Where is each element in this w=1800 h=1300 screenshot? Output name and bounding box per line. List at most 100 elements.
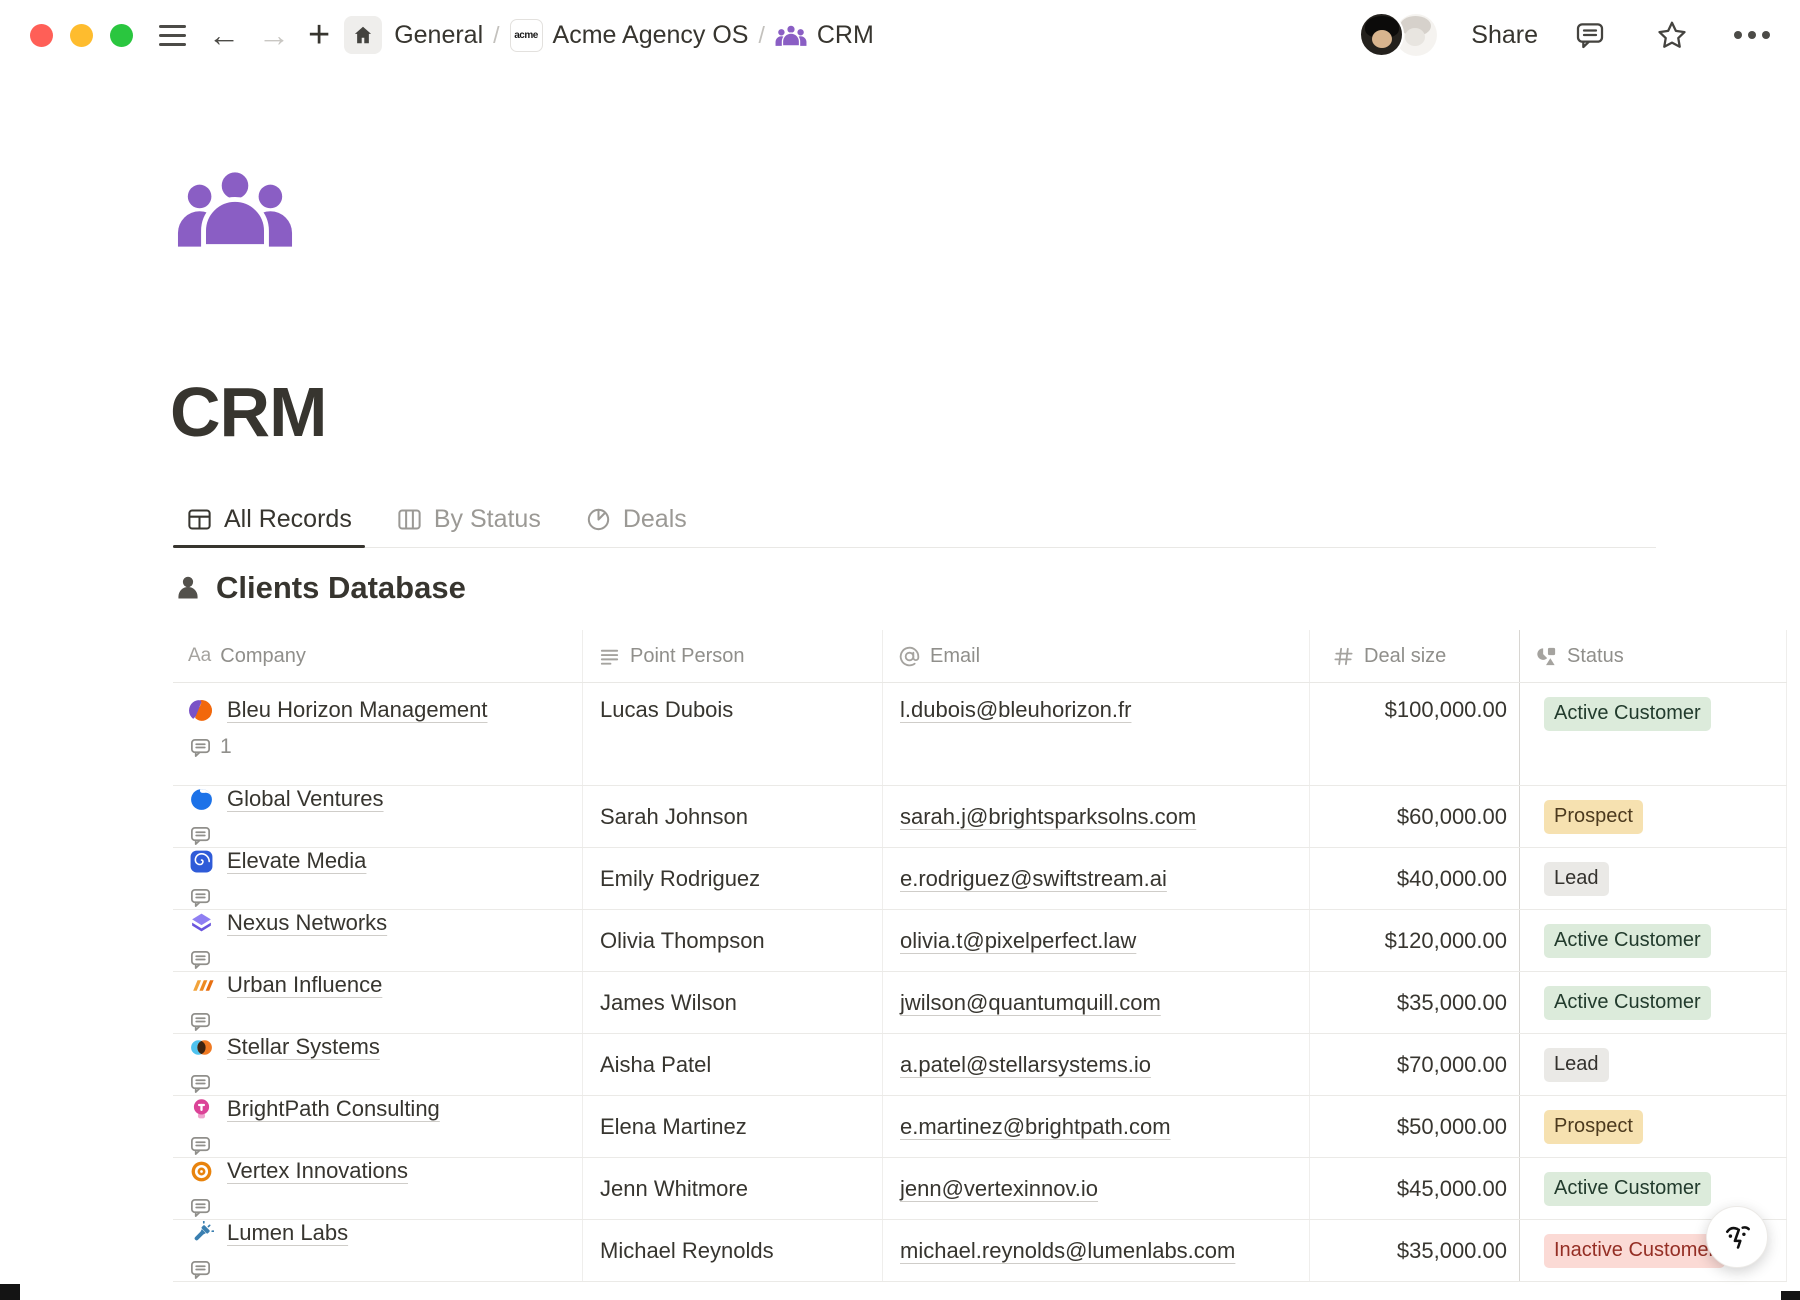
email-link[interactable]: jwilson@quantumquill.com [900, 990, 1161, 1016]
status-badge[interactable]: Active Customer [1544, 1172, 1711, 1206]
breadcrumb-page-crm[interactable]: CRM [775, 21, 874, 50]
point-person-cell[interactable]: Jenn Whitmore [583, 1158, 883, 1219]
status-badge[interactable]: Active Customer [1544, 986, 1711, 1020]
email-link[interactable]: michael.reynolds@lumenlabs.com [900, 1238, 1235, 1264]
table-row[interactable]: Elevate Media Emily Rodriguez e.rodrigue… [173, 848, 1787, 910]
table-row[interactable]: Stellar Systems Aisha Patel a.patel@stel… [173, 1034, 1787, 1096]
email-link[interactable]: l.dubois@bleuhorizon.fr [900, 697, 1131, 723]
company-name-link[interactable]: Stellar Systems [227, 1034, 380, 1060]
deal-size-cell[interactable]: $40,000.00 [1310, 848, 1520, 909]
email-cell[interactable]: olivia.t@pixelperfect.law [883, 910, 1310, 971]
column-header-point-person[interactable]: Point Person [583, 630, 883, 682]
company-name-link[interactable]: Lumen Labs [227, 1220, 348, 1246]
breadcrumb-workspace[interactable]: acme Acme Agency OS [510, 19, 749, 52]
sidebar-toggle-button[interactable] [159, 25, 186, 46]
email-cell[interactable]: l.dubois@bleuhorizon.fr [883, 683, 1310, 785]
breadcrumb-general[interactable]: General [394, 21, 483, 50]
deal-size-cell[interactable]: $70,000.00 [1310, 1034, 1520, 1095]
point-person-cell[interactable]: Lucas Dubois [583, 683, 883, 785]
email-cell[interactable]: e.rodriguez@swiftstream.ai [883, 848, 1310, 909]
comment-indicator[interactable] [189, 948, 220, 971]
company-cell[interactable]: Nexus Networks [173, 910, 583, 971]
deal-size-cell[interactable]: $45,000.00 [1310, 1158, 1520, 1219]
company-cell[interactable]: Stellar Systems [173, 1034, 583, 1095]
status-badge[interactable]: Lead [1544, 1048, 1609, 1082]
point-person-cell[interactable]: Emily Rodriguez [583, 848, 883, 909]
email-link[interactable]: olivia.t@pixelperfect.law [900, 928, 1136, 954]
email-link[interactable]: sarah.j@brightsparksolns.com [900, 804, 1196, 830]
tab-by-status[interactable]: By Status [383, 491, 554, 547]
company-name-link[interactable]: Nexus Networks [227, 910, 387, 936]
status-cell[interactable]: Active Customer [1520, 972, 1787, 1033]
company-name-link[interactable]: BrightPath Consulting [227, 1096, 440, 1122]
notion-ai-button[interactable] [1706, 1206, 1768, 1268]
company-name-link[interactable]: Bleu Horizon Management [227, 697, 487, 723]
column-header-company[interactable]: Aa Company [173, 630, 583, 682]
tab-all-records[interactable]: All Records [173, 491, 365, 547]
status-badge[interactable]: Active Customer [1544, 924, 1711, 958]
company-name-link[interactable]: Global Ventures [227, 786, 384, 812]
company-cell[interactable]: BrightPath Consulting [173, 1096, 583, 1157]
company-cell[interactable]: Lumen Labs [173, 1220, 583, 1281]
status-cell[interactable]: Active Customer [1520, 683, 1787, 785]
company-cell[interactable]: Urban Influence [173, 972, 583, 1033]
comment-indicator[interactable] [189, 886, 220, 909]
status-cell[interactable]: Prospect [1520, 1096, 1787, 1157]
column-header-deal-size[interactable]: Deal size [1310, 630, 1520, 682]
point-person-cell[interactable]: Sarah Johnson [583, 786, 883, 847]
status-badge[interactable]: Active Customer [1544, 697, 1711, 731]
comment-indicator[interactable] [189, 1010, 220, 1033]
more-options-button[interactable] [1734, 31, 1770, 39]
point-person-cell[interactable]: Elena Martinez [583, 1096, 883, 1157]
status-cell[interactable]: Lead [1520, 848, 1787, 909]
share-button[interactable]: Share [1471, 21, 1538, 50]
forward-button[interactable]: → [254, 15, 294, 55]
back-button[interactable]: ← [204, 15, 244, 55]
email-cell[interactable]: e.martinez@brightpath.com [883, 1096, 1310, 1157]
point-person-cell[interactable]: James Wilson [583, 972, 883, 1033]
table-row[interactable]: BrightPath Consulting Elena Martinez e.m… [173, 1096, 1787, 1158]
comments-button[interactable] [1570, 15, 1610, 55]
email-cell[interactable]: sarah.j@brightsparksolns.com [883, 786, 1310, 847]
database-title[interactable]: Clients Database [216, 570, 466, 606]
point-person-cell[interactable]: Michael Reynolds [583, 1220, 883, 1281]
company-cell[interactable]: Global Ventures [173, 786, 583, 847]
email-link[interactable]: e.rodriguez@swiftstream.ai [900, 866, 1167, 892]
deal-size-cell[interactable]: $35,000.00 [1310, 1220, 1520, 1281]
deal-size-cell[interactable]: $35,000.00 [1310, 972, 1520, 1033]
company-name-link[interactable]: Vertex Innovations [227, 1158, 408, 1184]
comment-indicator[interactable]: 1 [189, 735, 232, 759]
comment-indicator[interactable] [189, 824, 220, 847]
tab-deals[interactable]: Deals [572, 491, 700, 547]
email-cell[interactable]: a.patel@stellarsystems.io [883, 1034, 1310, 1095]
comment-indicator[interactable] [189, 1134, 220, 1157]
page-title[interactable]: CRM [170, 372, 326, 452]
company-cell[interactable]: Elevate Media [173, 848, 583, 909]
status-cell[interactable]: Active Customer [1520, 910, 1787, 971]
table-row[interactable]: Nexus Networks Olivia Thompson olivia.t@… [173, 910, 1787, 972]
status-badge[interactable]: Lead [1544, 862, 1609, 896]
comment-indicator[interactable] [189, 1196, 220, 1219]
status-badge[interactable]: Prospect [1544, 1110, 1643, 1144]
table-row[interactable]: Urban Influence James Wilson jwilson@qua… [173, 972, 1787, 1034]
status-cell[interactable]: Lead [1520, 1034, 1787, 1095]
point-person-cell[interactable]: Olivia Thompson [583, 910, 883, 971]
email-cell[interactable]: jenn@vertexinnov.io [883, 1158, 1310, 1219]
zoom-window-button[interactable] [110, 24, 133, 47]
status-cell[interactable]: Prospect [1520, 786, 1787, 847]
email-link[interactable]: jenn@vertexinnov.io [900, 1176, 1098, 1202]
company-cell[interactable]: Vertex Innovations [173, 1158, 583, 1219]
table-row[interactable]: Lumen Labs Michael Reynolds michael.reyn… [173, 1220, 1787, 1282]
close-window-button[interactable] [30, 24, 53, 47]
page-icon-people-group[interactable] [176, 166, 294, 252]
status-badge[interactable]: Prospect [1544, 800, 1643, 834]
email-link[interactable]: a.patel@stellarsystems.io [900, 1052, 1151, 1078]
email-cell[interactable]: jwilson@quantumquill.com [883, 972, 1310, 1033]
email-cell[interactable]: michael.reynolds@lumenlabs.com [883, 1220, 1310, 1281]
deal-size-cell[interactable]: $60,000.00 [1310, 786, 1520, 847]
column-header-status[interactable]: Status [1520, 630, 1787, 682]
company-name-link[interactable]: Urban Influence [227, 972, 382, 998]
column-header-email[interactable]: Email [883, 630, 1310, 682]
email-link[interactable]: e.martinez@brightpath.com [900, 1114, 1171, 1140]
table-row[interactable]: Vertex Innovations Jenn Whitmore jenn@ve… [173, 1158, 1787, 1220]
